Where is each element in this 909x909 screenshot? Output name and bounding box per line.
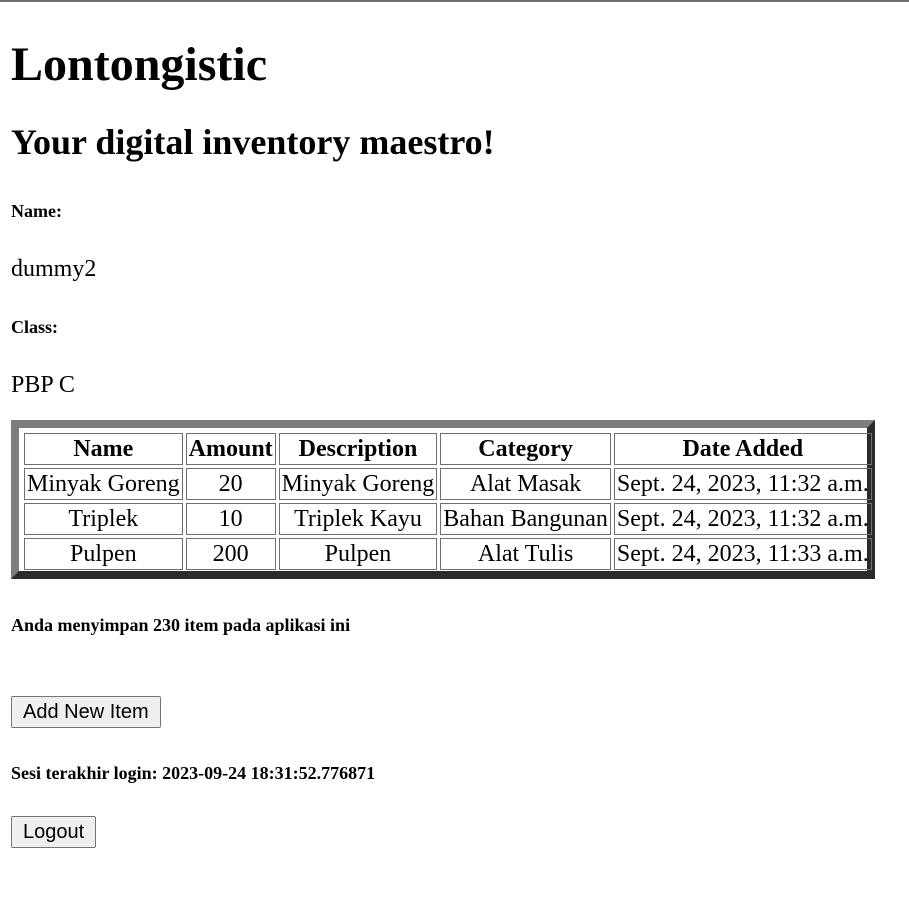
cell-amount: 10 [185,503,276,535]
col-header-amount: Amount [185,433,276,465]
cell-name: Minyak Goreng [24,468,183,500]
cell-date-added: Sept. 24, 2023, 11:32 a.m. [613,503,872,535]
table-header-row: Name Amount Description Category Date Ad… [24,433,872,465]
last-login-text: Sesi terakhir login: 2023-09-24 18:31:52… [11,763,376,783]
app-tagline: Your digital inventory maestro! [11,122,495,162]
cell-date-added: Sept. 24, 2023, 11:33 a.m. [613,538,872,570]
cell-date-added: Sept. 24, 2023, 11:32 a.m. [613,468,872,500]
item-count-summary: Anda menyimpan 230 item pada aplikasi in… [11,615,351,635]
cell-amount: 20 [185,468,276,500]
class-label: Class: [11,317,59,337]
cell-category: Alat Tulis [440,538,611,570]
name-value: dummy2 [11,256,97,282]
cell-name: Pulpen [24,538,183,570]
table-row: Minyak Goreng 20 Minyak Goreng Alat Masa… [24,468,872,500]
logout-button[interactable]: Logout [11,816,97,848]
add-new-item-button[interactable]: Add New Item [11,696,161,728]
class-value: PBP C [11,372,75,398]
col-header-description: Description [278,433,438,465]
inventory-table: Name Amount Description Category Date Ad… [21,430,875,573]
col-header-date-added: Date Added [613,433,872,465]
col-header-name: Name [24,433,183,465]
cell-description: Minyak Goreng [278,468,438,500]
inventory-table-frame: Name Amount Description Category Date Ad… [11,420,875,579]
cell-description: Triplek Kayu [278,503,438,535]
name-label: Name: [11,201,62,221]
cell-name: Triplek [24,503,183,535]
cell-amount: 200 [185,538,276,570]
cell-category: Bahan Bangunan [440,503,611,535]
table-row: Pulpen 200 Pulpen Alat Tulis Sept. 24, 2… [24,538,872,570]
cell-category: Alat Masak [440,468,611,500]
table-row: Triplek 10 Triplek Kayu Bahan Bangunan S… [24,503,872,535]
cell-description: Pulpen [278,538,438,570]
col-header-category: Category [440,433,611,465]
app-title: Lontongistic [11,38,268,91]
